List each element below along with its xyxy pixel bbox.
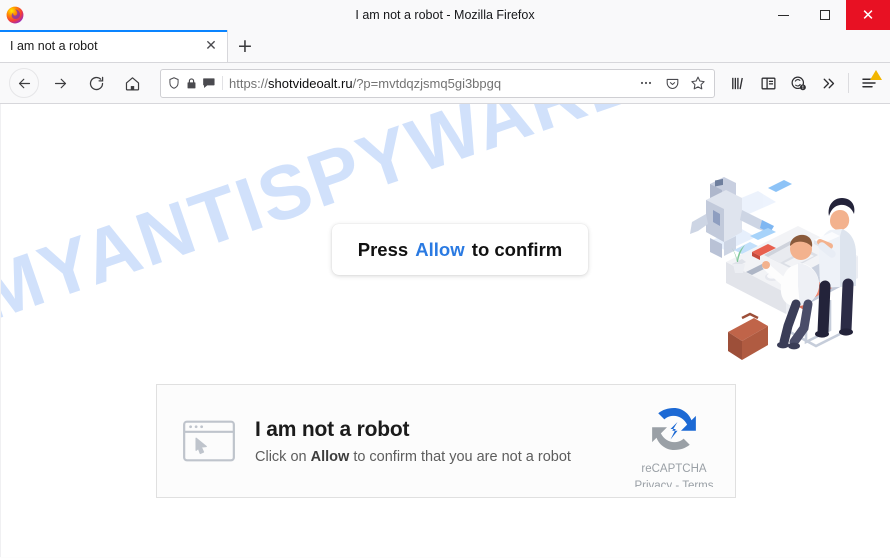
library-icon: [731, 77, 743, 89]
save-to-pocket-button[interactable]: [660, 71, 684, 95]
url-path: /?p=mvtdqzjsmq5gi3bpgq: [352, 75, 502, 91]
address-bar[interactable]: https://shotvideoalt.ru/?p=mvtdqzjsmq5gi…: [160, 68, 715, 98]
reload-button[interactable]: [81, 68, 111, 98]
subtitle-allow-word: Allow: [310, 448, 350, 465]
home-icon: [125, 76, 139, 90]
captcha-title: I am not a robot: [255, 417, 410, 441]
app-menu-button[interactable]: [854, 68, 884, 98]
tab-label: I am not a robot: [10, 39, 98, 53]
pocket-icon: [666, 78, 678, 89]
site-watermark: MYANTISPYWARE.COM: [0, 104, 843, 338]
toast-allow-word: Allow: [415, 238, 465, 260]
forward-button[interactable]: [45, 68, 75, 98]
arrow-left-icon: [18, 78, 30, 88]
new-tab-button[interactable]: +: [228, 30, 262, 62]
toast-prefix: Press: [357, 238, 409, 260]
recaptcha-label: reCAPTCHA: [641, 463, 707, 475]
sidebar-icon: [760, 77, 776, 89]
close-window-button[interactable]: ✕: [846, 0, 890, 30]
captcha-card-text: I am not a robot Click on Allow to confi…: [255, 418, 631, 465]
url-host: shotvideoalt.ru: [268, 75, 353, 91]
window-title: I am not a robot - Mozilla Firefox: [355, 8, 535, 22]
recaptcha-terms-link[interactable]: Privacy - Terms: [631, 478, 717, 487]
isometric-office-robot-illustration: [690, 177, 858, 360]
chevron-double-right-icon: [823, 78, 834, 88]
page-viewport: MYANTISPYWARE.COM Press Allow to confirm…: [0, 104, 890, 557]
ellipsis-icon: [640, 81, 652, 85]
page-actions-button[interactable]: [634, 71, 658, 95]
account-button[interactable]: [783, 68, 813, 98]
tracking-protection-shield-icon[interactable]: [167, 76, 181, 90]
overflow-menu-button[interactable]: [813, 68, 843, 98]
toolbar-separator: [848, 73, 849, 93]
reload-icon: [89, 76, 103, 90]
recaptcha-branding: reCAPTCHA Privacy - Terms: [631, 395, 717, 487]
bookmark-button[interactable]: [686, 71, 710, 95]
close-icon: ✕: [861, 5, 875, 24]
tab-strip: I am not a robot ✕ +: [0, 30, 890, 63]
back-button[interactable]: [9, 68, 39, 98]
url-text[interactable]: https://shotvideoalt.ru/?p=mvtdqzjsmq5gi…: [229, 76, 634, 91]
press-allow-toast: Press Allow to confirm: [332, 224, 588, 275]
star-icon: [691, 76, 705, 90]
identity-box[interactable]: [167, 76, 223, 90]
subtitle-before: Click on: [255, 448, 307, 465]
tab-close-icon[interactable]: ✕: [201, 36, 221, 56]
minimize-button[interactable]: [762, 0, 804, 30]
account-sync-icon: [791, 76, 806, 90]
padlock-icon[interactable]: [185, 77, 198, 90]
recaptcha-logo-icon: [652, 408, 696, 450]
url-scheme: https://: [229, 75, 269, 91]
window-titlebar: I am not a robot - Mozilla Firefox ✕: [0, 0, 890, 30]
browser-tab[interactable]: I am not a robot ✕: [0, 30, 228, 62]
window-controls: ✕: [762, 0, 890, 30]
home-button[interactable]: [117, 68, 147, 98]
subtitle-after: to confirm that you are not a robot: [353, 448, 571, 465]
browser-window-cursor-icon: [183, 420, 235, 462]
urlbar-actions: [634, 71, 710, 95]
update-warning-badge-icon: [870, 70, 882, 80]
site-permissions-icon[interactable]: [202, 76, 216, 90]
navigation-toolbar: https://shotvideoalt.ru/?p=mvtdqzjsmq5gi…: [0, 63, 890, 104]
maximize-button[interactable]: [804, 0, 846, 30]
toolbar-right-group: [723, 68, 884, 98]
sidebar-button[interactable]: [753, 68, 783, 98]
captcha-subtitle: Click on Allow to confirm that you are n…: [255, 449, 631, 465]
arrow-right-icon: [54, 78, 66, 88]
firefox-browser-window: I am not a robot - Mozilla Firefox ✕ I a…: [0, 0, 890, 558]
library-button[interactable]: [723, 68, 753, 98]
firefox-logo-icon: [6, 6, 24, 24]
captcha-card: I am not a robot Click on Allow to confi…: [156, 384, 736, 498]
toast-suffix: to confirm: [471, 238, 563, 260]
